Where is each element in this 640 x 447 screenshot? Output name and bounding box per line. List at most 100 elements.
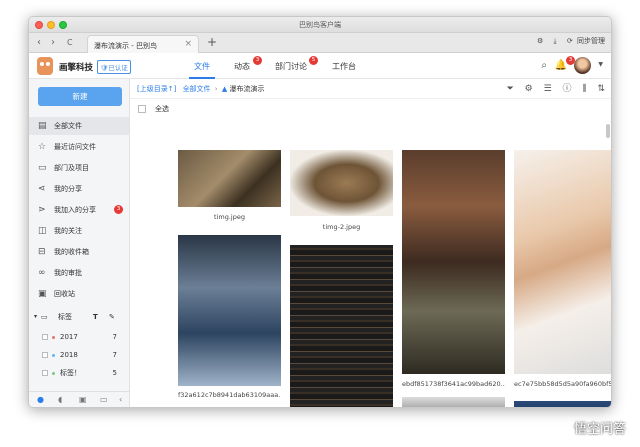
- browser-tab-bar: ‹ › C 瀑布流演示 - 巴别鸟 × + ⚙ ⤓ ⟳ 同步管理: [29, 33, 611, 53]
- collapse-icon[interactable]: ‹: [119, 392, 122, 407]
- sidebar-item-departments[interactable]: ▭ 部门及项目: [29, 159, 129, 177]
- verified-badge: 🛡已认证: [97, 60, 131, 74]
- tag-item-2018[interactable]: 2018 7: [29, 347, 129, 363]
- tab-workbench[interactable]: 工作台: [332, 61, 356, 72]
- title-bar: 巴别鸟客户端: [29, 17, 611, 33]
- new-tab-button[interactable]: +: [207, 35, 217, 49]
- scrollbar[interactable]: [606, 124, 610, 138]
- file-card[interactable]: f32a612c7b8941dab63109aaa...: [178, 235, 281, 403]
- select-all-checkbox[interactable]: [138, 105, 146, 113]
- sidebar-item-all-files[interactable]: ▤ 全部文件: [29, 117, 129, 135]
- tab-dept-discussion[interactable]: 部门讨论: [275, 61, 307, 72]
- close-tab-icon[interactable]: ×: [184, 39, 192, 49]
- discussion-badge: 5: [309, 56, 318, 65]
- app-window: 巴别鸟客户端 ‹ › C 瀑布流演示 - 巴别鸟 × + ⚙ ⤓ ⟳ 同步管理 …: [28, 16, 612, 408]
- bell-icon[interactable]: 🔔: [555, 60, 567, 71]
- file-icon: ▤: [38, 121, 47, 131]
- folder-icon: ▲: [221, 85, 228, 93]
- sync-icon[interactable]: ⟳: [567, 37, 573, 45]
- file-card[interactable]: timg.jpeg: [178, 150, 281, 226]
- breadcrumb-current: 瀑布流演示: [229, 85, 265, 93]
- tags-header[interactable]: ▾ ▭ 标签 T ✎: [29, 309, 129, 325]
- avatar[interactable]: [574, 57, 591, 74]
- gear-icon[interactable]: ⚙: [537, 37, 543, 45]
- owl-logo: [37, 57, 53, 75]
- tag-item-2017[interactable]: 2017 7: [29, 329, 129, 345]
- sidebar: 新建 ▤ 全部文件 ☆ 最近访问文件 ▭ 部门及项目 ⋖ 我的分享 ⋗ 我加入的…: [29, 79, 130, 407]
- gear-icon[interactable]: ⚙: [525, 84, 533, 94]
- browser-actions: ⚙ ⤓ ⟳ 同步管理: [529, 36, 605, 46]
- new-button[interactable]: 新建: [38, 87, 122, 106]
- tag-color-dot: [52, 354, 55, 357]
- tag-type-icon[interactable]: T: [93, 309, 98, 325]
- folder-icon: ▭: [38, 163, 47, 173]
- search-icon[interactable]: ⌕: [541, 60, 547, 71]
- desktop-icon[interactable]: ▭: [100, 392, 108, 407]
- sidebar-item-trash[interactable]: ▣ 回收站: [29, 285, 129, 303]
- sort-icon[interactable]: ⇅: [597, 84, 605, 94]
- follow-icon: ◫: [38, 226, 47, 236]
- apple-icon[interactable]: ◖: [58, 392, 62, 407]
- tag-color-dot: [52, 336, 55, 339]
- tag-checkbox[interactable]: [42, 352, 48, 358]
- browser-tab[interactable]: 瀑布流演示 - 巴别鸟 ×: [87, 35, 199, 53]
- wrench-icon[interactable]: ✎: [109, 309, 115, 325]
- tag-color-dot: [52, 372, 55, 375]
- sync-label[interactable]: 同步管理: [577, 37, 605, 45]
- approval-icon: ∞: [38, 268, 46, 278]
- activity-badge: 3: [253, 56, 262, 65]
- tag-icon: ▭: [41, 313, 48, 321]
- file-thumbnail: [402, 397, 505, 407]
- chevron-down-icon: ▾: [34, 313, 38, 320]
- list-view-icon[interactable]: ☰: [544, 84, 552, 94]
- file-card[interactable]: timg-2.jpeg: [290, 150, 393, 234]
- file-card[interactable]: [290, 245, 393, 407]
- breadcrumb: [上级目录↑] 全部文件 › ▲ 瀑布流演示 ⏷ ⚙ ☰ ⓘ ⫼ ⇅: [130, 79, 611, 99]
- view-toolbar: ⏷ ⚙ ☰ ⓘ ⫼ ⇅: [499, 79, 605, 99]
- app-header: 画擎科技 🛡已认证 文件 动态 3 部门讨论 5 工作台 ⌕ 🔔 3 ▼: [29, 53, 611, 79]
- reload-button[interactable]: C: [67, 37, 73, 49]
- sidebar-item-joined-shares[interactable]: ⋗ 我加入的分享 3: [29, 201, 129, 219]
- file-thumbnail: [402, 150, 505, 374]
- file-name: ebdf851738f3641ac99bad620...: [402, 380, 505, 388]
- info-icon[interactable]: ⓘ: [563, 84, 572, 94]
- filter-icon[interactable]: ⏷: [507, 84, 514, 94]
- sidebar-item-recent[interactable]: ☆ 最近访问文件: [29, 138, 129, 156]
- forward-button[interactable]: ›: [51, 37, 55, 49]
- file-name: ec7e75bb58d5d5a90fa960bf5...: [514, 380, 612, 388]
- chat-icon[interactable]: ●: [37, 392, 44, 407]
- breadcrumb-up[interactable]: [上级目录↑]: [137, 85, 176, 93]
- file-card[interactable]: ec7e75bb58d5d5a90fa960bf5...: [514, 150, 612, 392]
- tab-activity[interactable]: 动态: [234, 61, 250, 72]
- file-card[interactable]: [514, 401, 611, 407]
- tab-files[interactable]: 文件: [194, 61, 210, 72]
- back-button[interactable]: ‹: [37, 37, 41, 49]
- inbox-icon: ⊟: [38, 247, 46, 257]
- chevron-down-icon[interactable]: ▼: [598, 61, 603, 68]
- company-name: 画擎科技: [59, 63, 94, 73]
- download-icon[interactable]: ⤓: [554, 37, 557, 45]
- tag-item-label[interactable]: 标签！ 5: [29, 365, 129, 381]
- file-name: f32a612c7b8941dab63109aaa...: [178, 391, 281, 399]
- android-icon[interactable]: ▣: [79, 392, 87, 407]
- tag-checkbox[interactable]: [42, 370, 48, 376]
- file-card[interactable]: [402, 397, 505, 407]
- sidebar-item-approvals[interactable]: ∞ 我的审批: [29, 264, 129, 282]
- sidebar-item-my-shares[interactable]: ⋖ 我的分享: [29, 180, 129, 198]
- breadcrumb-root[interactable]: 全部文件: [183, 85, 211, 93]
- sidebar-footer: ● ◖ ▣ ▭ ‹: [29, 391, 129, 407]
- window-title: 巴别鸟客户端: [299, 21, 341, 29]
- browser-tab-title: 瀑布流演示 - 巴别鸟: [94, 42, 157, 50]
- file-thumbnail: [178, 150, 281, 207]
- file-name: timg.jpeg: [214, 213, 245, 221]
- sidebar-item-inbox[interactable]: ⊟ 我的收件箱: [29, 243, 129, 261]
- sidebar-item-follows[interactable]: ◫ 我的关注: [29, 222, 129, 240]
- file-thumbnail: [514, 401, 611, 407]
- columns-icon[interactable]: ⫼: [582, 84, 586, 94]
- joined-shares-badge: 3: [114, 205, 123, 214]
- file-thumbnail: [514, 150, 611, 374]
- tag-checkbox[interactable]: [42, 334, 48, 340]
- file-card[interactable]: ebdf851738f3641ac99bad620...: [402, 150, 505, 392]
- file-thumbnail: [178, 235, 281, 386]
- trash-icon: ▣: [38, 289, 47, 299]
